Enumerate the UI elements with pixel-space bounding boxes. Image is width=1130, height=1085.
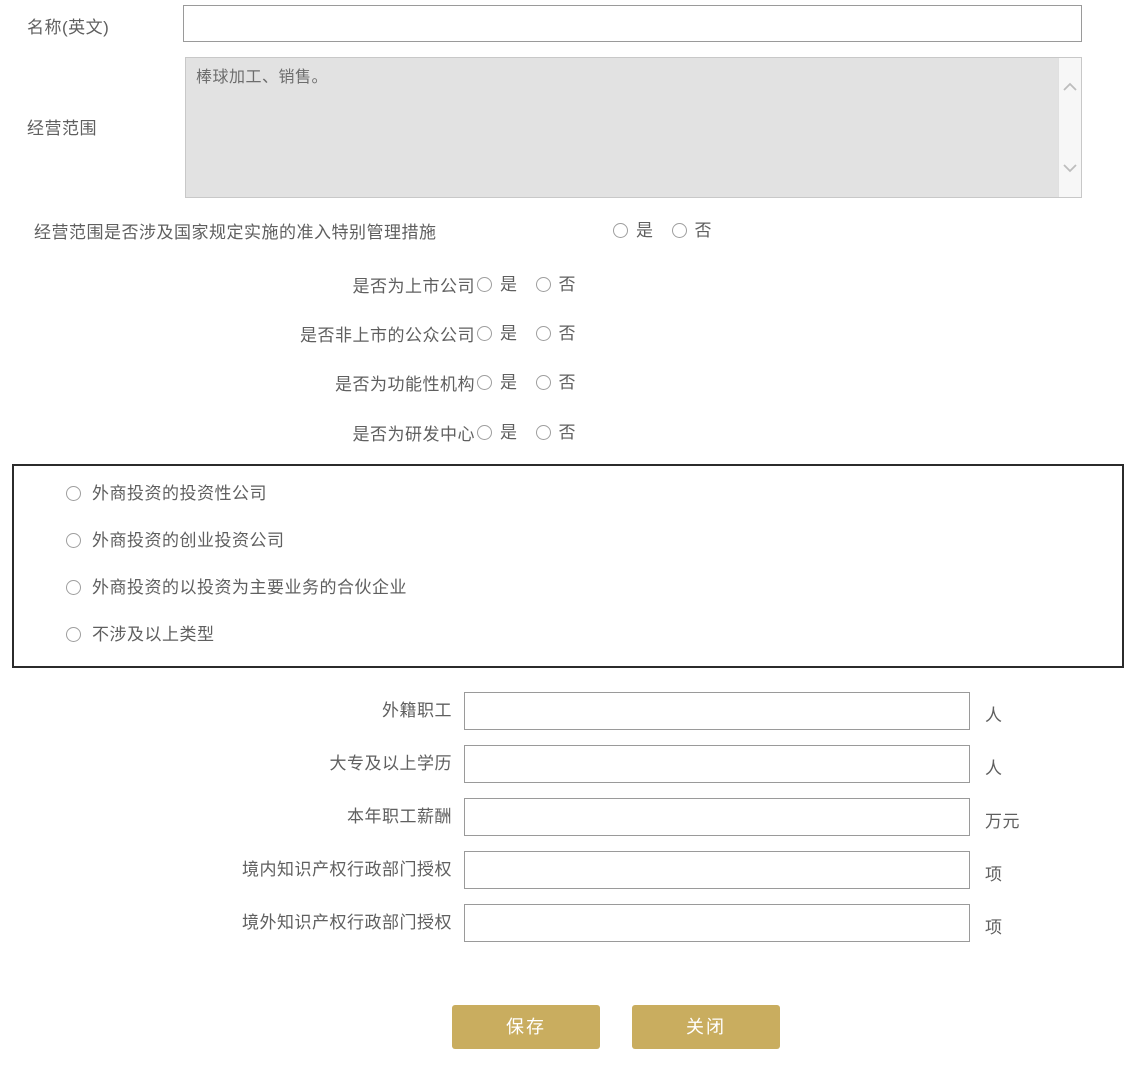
is-functional-institution-option-yes[interactable]: 是 (477, 374, 518, 391)
label-domestic-ip-authorization: 境内知识产权行政部门授权 (242, 860, 452, 879)
radio-circle-icon[interactable] (66, 580, 81, 595)
row-is-rd-center: 是否为研发中心 是 否 (0, 412, 1130, 458)
unit-foreign-employees: 人 (985, 706, 1003, 725)
special-access-option-no[interactable]: 否 (671, 221, 713, 240)
option-label: 是 (500, 275, 518, 294)
chevron-down-icon[interactable] (1059, 157, 1081, 179)
investment-type-option-venture-capital[interactable]: 外商投资的创业投资公司 (66, 532, 285, 549)
radio-circle-icon[interactable] (477, 375, 492, 390)
row-name-english: 名称(英文) (0, 0, 1130, 57)
row-college-degree-employees: 大专及以上学历 人 (0, 740, 1130, 790)
radio-circle-icon[interactable] (66, 627, 81, 642)
unit-domestic-ip-authorization: 项 (985, 865, 1003, 884)
label-name-english: 名称(英文) (27, 18, 110, 37)
is-non-listed-public-company-radio-group: 是 否 (477, 325, 576, 342)
label-overseas-ip-authorization: 境外知识产权行政部门授权 (242, 913, 452, 932)
row-annual-salary: 本年职工薪酬 万元 (0, 793, 1130, 843)
row-foreign-employees: 外籍职工 人 (0, 687, 1130, 737)
radio-circle-icon[interactable] (535, 375, 551, 390)
option-label: 外商投资的以投资为主要业务的合伙企业 (92, 578, 407, 597)
form-actions: 保存 关闭 (0, 1005, 1130, 1055)
option-label: 否 (558, 423, 576, 442)
option-label: 是 (500, 324, 518, 343)
college-degree-employees-input[interactable] (464, 745, 970, 783)
label-is-rd-center: 是否为研发中心 (352, 425, 475, 444)
option-label: 否 (694, 221, 712, 240)
label-is-non-listed-public-company: 是否非上市的公众公司 (300, 326, 475, 345)
radio-circle-icon[interactable] (477, 326, 492, 341)
enterprise-info-form: 名称(英文) 经营范围 棒球加工、销售。 经营范围是否涉及国家规定实施的准入特别… (0, 0, 1130, 1085)
option-label: 否 (558, 324, 576, 343)
radio-circle-icon[interactable] (613, 223, 628, 238)
unit-overseas-ip-authorization: 项 (985, 918, 1003, 937)
option-label: 外商投资的创业投资公司 (92, 531, 285, 550)
is-functional-institution-radio-group: 是 否 (477, 374, 576, 391)
investment-type-option-partnership[interactable]: 外商投资的以投资为主要业务的合伙企业 (66, 579, 407, 596)
label-special-access-measures: 经营范围是否涉及国家规定实施的准入特别管理措施 (34, 223, 437, 242)
save-button[interactable]: 保存 (452, 1005, 600, 1049)
annual-salary-input[interactable] (464, 798, 970, 836)
row-special-access-measures: 经营范围是否涉及国家规定实施的准入特别管理措施 是 否 (0, 212, 1130, 254)
business-scope-scrollbar[interactable] (1058, 58, 1081, 197)
row-is-non-listed-public-company: 是否非上市的公众公司 是 否 (0, 313, 1130, 359)
row-overseas-ip-authorization: 境外知识产权行政部门授权 项 (0, 899, 1130, 949)
investment-type-option-none[interactable]: 不涉及以上类型 (66, 626, 215, 643)
investment-type-option-holding-company[interactable]: 外商投资的投资性公司 (66, 485, 267, 502)
domestic-ip-authorization-input[interactable] (464, 851, 970, 889)
special-access-radio-group: 是 否 (613, 222, 712, 239)
is-listed-company-option-no[interactable]: 否 (535, 275, 577, 294)
radio-circle-icon[interactable] (66, 486, 81, 501)
chevron-up-icon[interactable] (1059, 76, 1081, 98)
overseas-ip-authorization-input[interactable] (464, 904, 970, 942)
close-button[interactable]: 关闭 (632, 1005, 780, 1049)
option-label: 外商投资的投资性公司 (92, 484, 267, 503)
option-label: 不涉及以上类型 (92, 625, 215, 644)
label-college-degree-employees: 大专及以上学历 (329, 754, 452, 773)
row-business-scope: 经营范围 棒球加工、销售。 (0, 57, 1130, 202)
is-functional-institution-option-no[interactable]: 否 (535, 373, 577, 392)
option-label: 否 (558, 373, 576, 392)
row-is-listed-company: 是否为上市公司 是 否 (0, 264, 1130, 310)
radio-circle-icon[interactable] (477, 277, 492, 292)
radio-circle-icon[interactable] (671, 223, 687, 238)
row-domestic-ip-authorization: 境内知识产权行政部门授权 项 (0, 846, 1130, 896)
row-is-functional-institution: 是否为功能性机构 是 否 (0, 362, 1130, 408)
radio-circle-icon[interactable] (477, 425, 492, 440)
option-label: 否 (558, 275, 576, 294)
label-annual-salary: 本年职工薪酬 (347, 807, 452, 826)
label-is-listed-company: 是否为上市公司 (352, 277, 475, 296)
label-business-scope: 经营范围 (27, 119, 97, 138)
is-rd-center-option-no[interactable]: 否 (535, 423, 577, 442)
investment-type-box: 外商投资的投资性公司 外商投资的创业投资公司 外商投资的以投资为主要业务的合伙企… (12, 464, 1124, 668)
radio-circle-icon[interactable] (66, 533, 81, 548)
radio-circle-icon[interactable] (535, 425, 551, 440)
unit-annual-salary: 万元 (985, 812, 1020, 831)
unit-college-degree-employees: 人 (985, 759, 1003, 778)
is-listed-company-radio-group: 是 否 (477, 276, 576, 293)
is-rd-center-radio-group: 是 否 (477, 424, 576, 441)
name-english-input[interactable] (183, 5, 1082, 42)
radio-circle-icon[interactable] (535, 326, 551, 341)
is-listed-company-option-yes[interactable]: 是 (477, 276, 518, 293)
label-foreign-employees: 外籍职工 (382, 701, 452, 720)
option-label: 是 (500, 423, 518, 442)
foreign-employees-input[interactable] (464, 692, 970, 730)
label-is-functional-institution: 是否为功能性机构 (335, 375, 475, 394)
option-label: 是 (636, 221, 654, 240)
is-non-listed-public-company-option-no[interactable]: 否 (535, 324, 577, 343)
is-non-listed-public-company-option-yes[interactable]: 是 (477, 325, 518, 342)
radio-circle-icon[interactable] (535, 277, 551, 292)
option-label: 是 (500, 373, 518, 392)
business-scope-text: 棒球加工、销售。 (196, 69, 329, 86)
special-access-option-yes[interactable]: 是 (613, 222, 654, 239)
is-rd-center-option-yes[interactable]: 是 (477, 424, 518, 441)
business-scope-textarea[interactable]: 棒球加工、销售。 (185, 57, 1082, 198)
